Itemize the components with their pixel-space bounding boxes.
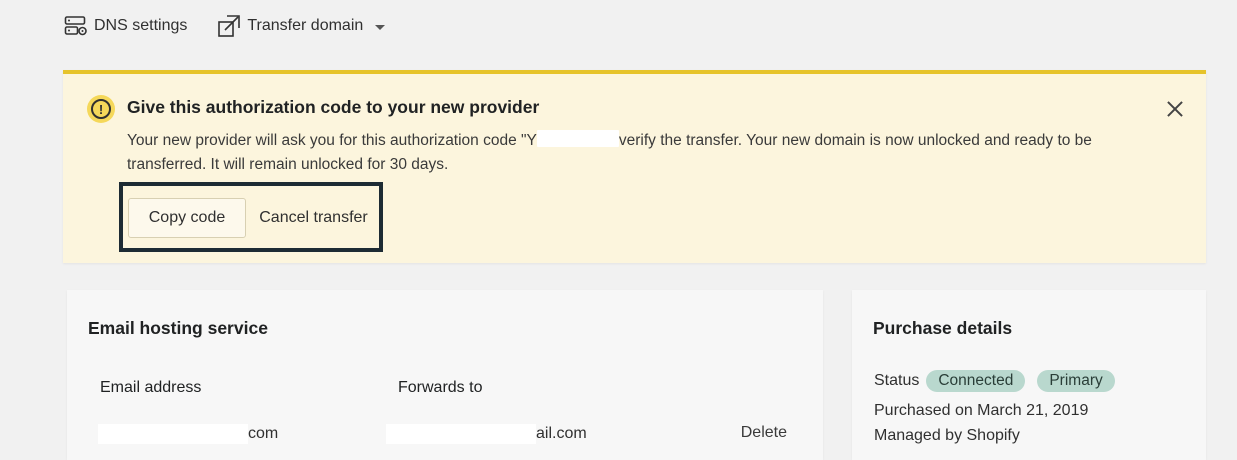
transfer-domain-menu[interactable]: Transfer domain	[217, 14, 386, 38]
transfer-domain-icon	[217, 14, 241, 38]
chevron-down-icon	[375, 24, 386, 30]
status-badge-connected: Connected	[926, 370, 1026, 392]
purchase-details-title: Purchase details	[873, 318, 1013, 338]
delete-forward-link[interactable]: Delete	[741, 424, 787, 442]
transfer-domain-label: Transfer domain	[247, 17, 364, 34]
banner-title: Give this authorization code to your new…	[127, 97, 540, 117]
redacted-forward	[386, 424, 536, 444]
forward-suffix: ail.com	[536, 425, 587, 442]
email-address-header: Email address	[100, 379, 202, 396]
status-badge-primary: Primary	[1037, 370, 1115, 392]
authorization-code-banner: ! Give this authorization code to your n…	[63, 70, 1206, 263]
forward-address-value: ail.com	[386, 424, 587, 444]
warning-icon: !	[87, 95, 115, 123]
purchase-details-card: Purchase details Status Connected Primar…	[852, 290, 1206, 460]
redacted-code	[536, 130, 619, 147]
banner-message: Your new provider will ask you for this …	[127, 129, 1117, 177]
email-hosting-card: Email hosting service Email address Forw…	[67, 290, 823, 460]
managed-by: Managed by Shopify	[874, 427, 1020, 444]
email-address-value: com	[98, 424, 278, 444]
domain-toolbar: DNS settings Transfer domain	[64, 14, 386, 38]
close-icon[interactable]	[1164, 98, 1186, 120]
cancel-transfer-button[interactable]: Cancel transfer	[250, 198, 377, 238]
dns-settings-icon	[64, 15, 88, 37]
email-suffix: com	[248, 425, 279, 442]
dns-settings-button[interactable]: DNS settings	[64, 15, 187, 37]
status-label: Status	[874, 372, 920, 389]
email-hosting-title: Email hosting service	[88, 318, 268, 338]
redacted-email	[98, 424, 248, 444]
dns-settings-label: DNS settings	[94, 17, 188, 34]
banner-text-start: Your new provider will ask you for this …	[127, 132, 537, 149]
copy-code-button[interactable]: Copy code	[128, 198, 246, 238]
status-line: Status Connected Primary	[874, 370, 1115, 392]
forwards-to-header: Forwards to	[398, 379, 483, 396]
purchase-date: Purchased on March 21, 2019	[874, 402, 1089, 419]
